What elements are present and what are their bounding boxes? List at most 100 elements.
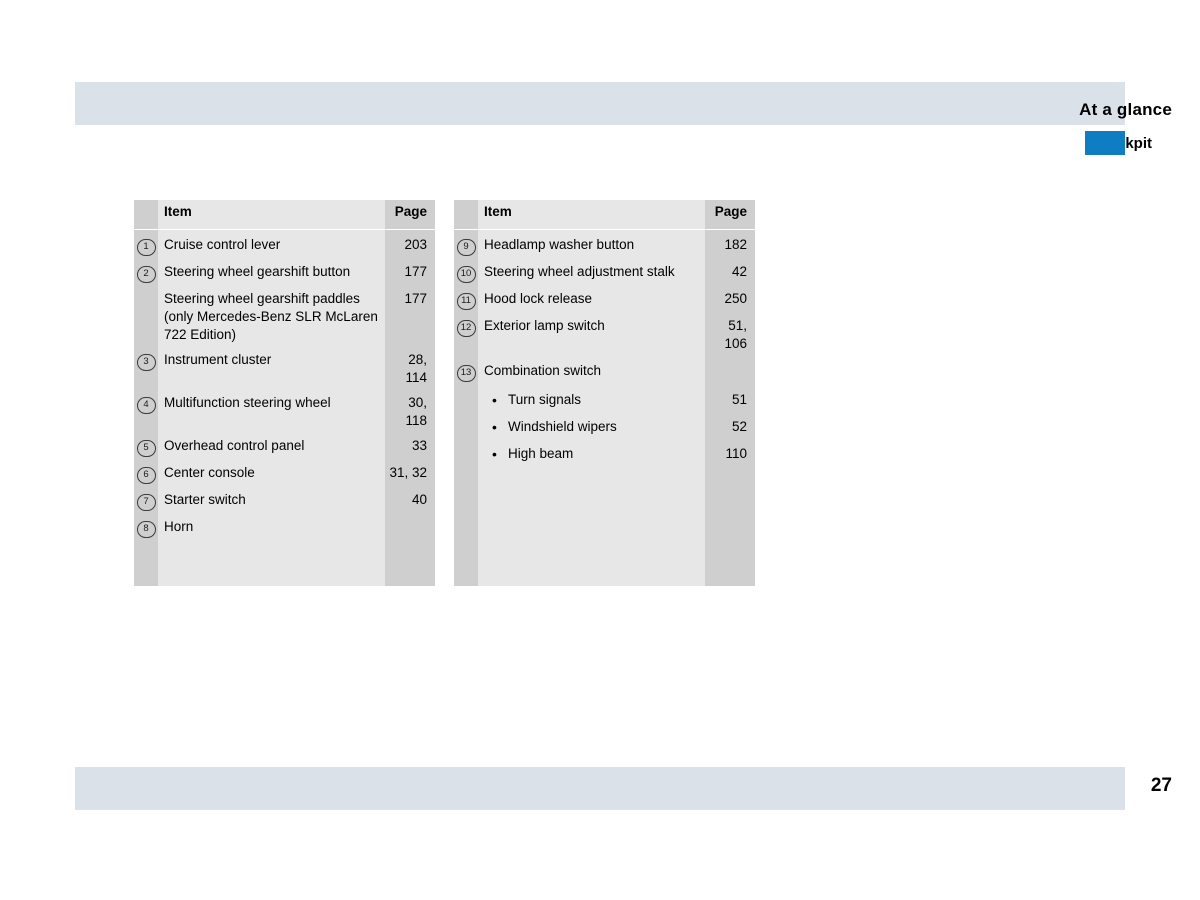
circled-number-icon: 13 — [456, 365, 476, 382]
table-row: 2 Steering wheel gearshift button 177 — [134, 257, 435, 284]
row-page-number: 52 — [731, 419, 747, 434]
table-row: 10 Steering wheel adjustment stalk 42 — [454, 257, 755, 284]
row-page-number — [705, 354, 755, 383]
row-marker-cell — [454, 410, 478, 437]
circled-number-icon: 11 — [456, 293, 476, 310]
row-item-label: Combination switch — [484, 363, 602, 378]
column-header-marker — [134, 200, 158, 230]
bullet-icon: • — [492, 392, 497, 408]
table-row: 6 Center console 31, 32 — [134, 458, 435, 485]
row-item-label: Steering wheel gearshift button — [164, 264, 351, 279]
circled-number-icon: 1 — [136, 239, 156, 256]
row-marker-cell: 9 — [454, 230, 478, 258]
circled-number-icon: 8 — [136, 521, 156, 538]
row-item-label: Starter switch — [164, 492, 246, 507]
circled-number-icon: 2 — [136, 266, 156, 283]
circled-number-icon: 7 — [136, 494, 156, 511]
row-item-label: High beam — [508, 446, 574, 461]
row-sub-item: • Windshield wipers — [478, 410, 705, 437]
row-marker-cell: 3 — [134, 345, 158, 388]
page-number: 27 — [1150, 775, 1172, 796]
row-page-number: 51, 106 — [724, 318, 747, 351]
row-marker-cell: 7 — [134, 485, 158, 512]
circled-number-icon: 9 — [456, 239, 476, 256]
table-row: • Turn signals 51 — [454, 383, 755, 410]
row-item-label: Horn — [164, 519, 194, 534]
table-body-left: 1 Cruise control lever 203 2 Steering wh… — [134, 230, 435, 540]
row-page-number: 28, 114 — [405, 352, 427, 385]
row-marker-cell: 11 — [454, 284, 478, 311]
row-marker-cell: 13 — [454, 354, 478, 383]
row-item-label: Center console — [164, 465, 255, 480]
row-item-label: Exterior lamp switch — [484, 318, 605, 333]
circled-number-icon: 4 — [136, 397, 156, 414]
row-marker-cell: 8 — [134, 512, 158, 539]
row-page-number: 31, 32 — [389, 465, 427, 480]
bullet-icon: • — [492, 419, 497, 435]
table-body-right: 9 Headlamp washer button 182 10 Steering… — [454, 230, 755, 465]
column-header-page: Page — [705, 200, 755, 230]
table-row: • High beam 110 — [454, 437, 755, 464]
circled-number-icon: 6 — [136, 467, 156, 484]
row-page-number: 250 — [724, 291, 747, 306]
table-row: 3 Instrument cluster 28, 114 — [134, 345, 435, 388]
row-page-number: 40 — [411, 492, 427, 507]
circled-number-icon: 3 — [136, 354, 156, 371]
table-row: 7 Starter switch 40 — [134, 485, 435, 512]
table-row: 4 Multifunction steering wheel 30, 118 — [134, 388, 435, 431]
row-item-label: Instrument cluster — [164, 352, 272, 367]
row-item-label: Steering wheel adjustment stalk — [484, 264, 675, 279]
row-page-number: 42 — [731, 264, 747, 279]
table-row: 11 Hood lock release 250 — [454, 284, 755, 311]
row-item-label: Turn signals — [508, 392, 582, 407]
table-header-row: Item Page — [134, 200, 435, 230]
row-page-number: 110 — [725, 446, 747, 461]
row-marker-cell — [454, 383, 478, 410]
table-header-row: Item Page — [454, 200, 755, 230]
row-item-label: Multifunction steering wheel — [164, 395, 331, 410]
table-row: 8 Horn — [134, 512, 435, 539]
column-header-item: Item — [478, 200, 705, 230]
column-header-marker — [454, 200, 478, 230]
row-marker-cell — [134, 284, 158, 345]
row-page-number: 177 — [404, 264, 427, 279]
row-marker-cell: 2 — [134, 257, 158, 284]
bullet-icon: • — [492, 446, 497, 462]
circled-number-icon: 12 — [456, 320, 476, 337]
table-row: 12 Exterior lamp switch 51, 106 — [454, 311, 755, 354]
reference-table-right: Item Page 9 Headlamp washer button 182 1… — [454, 200, 755, 586]
row-page-number: 33 — [411, 438, 427, 453]
row-sub-item: • High beam — [478, 437, 705, 464]
table-row: 1 Cruise control lever 203 — [134, 230, 435, 258]
table-right: Item Page 9 Headlamp washer button 182 1… — [454, 200, 755, 464]
row-marker-cell: 10 — [454, 257, 478, 284]
table-row: 9 Headlamp washer button 182 — [454, 230, 755, 258]
row-marker-cell: 1 — [134, 230, 158, 258]
subheader-row — [75, 131, 1125, 155]
row-page-number — [385, 512, 435, 539]
row-marker-cell: 12 — [454, 311, 478, 354]
row-marker-cell: 6 — [134, 458, 158, 485]
table-row: Steering wheel gearshift paddles (only M… — [134, 284, 435, 345]
row-item-label: Steering wheel gearshift paddles (only M… — [164, 291, 378, 342]
row-page-number: 182 — [724, 237, 747, 252]
circled-number-icon: 10 — [456, 266, 476, 283]
row-page-number: 177 — [404, 291, 427, 306]
table-row: • Windshield wipers 52 — [454, 410, 755, 437]
row-item-label: Overhead control panel — [164, 438, 305, 453]
circled-number-icon: 5 — [136, 440, 156, 457]
table-row: 13 Combination switch — [454, 354, 755, 383]
table-left: Item Page 1 Cruise control lever 203 2 S… — [134, 200, 435, 539]
row-item-label: Cruise control lever — [164, 237, 281, 252]
accent-square — [1085, 131, 1125, 155]
row-sub-item: • Turn signals — [478, 383, 705, 410]
footer-bar — [75, 767, 1125, 810]
row-item-label: Hood lock release — [484, 291, 593, 306]
row-marker-cell: 4 — [134, 388, 158, 431]
row-marker-cell — [454, 437, 478, 464]
column-header-item: Item — [158, 200, 385, 230]
reference-table-left: Item Page 1 Cruise control lever 203 2 S… — [134, 200, 435, 586]
table-row: 5 Overhead control panel 33 — [134, 431, 435, 458]
row-page-number: 51 — [731, 392, 747, 407]
row-marker-cell: 5 — [134, 431, 158, 458]
